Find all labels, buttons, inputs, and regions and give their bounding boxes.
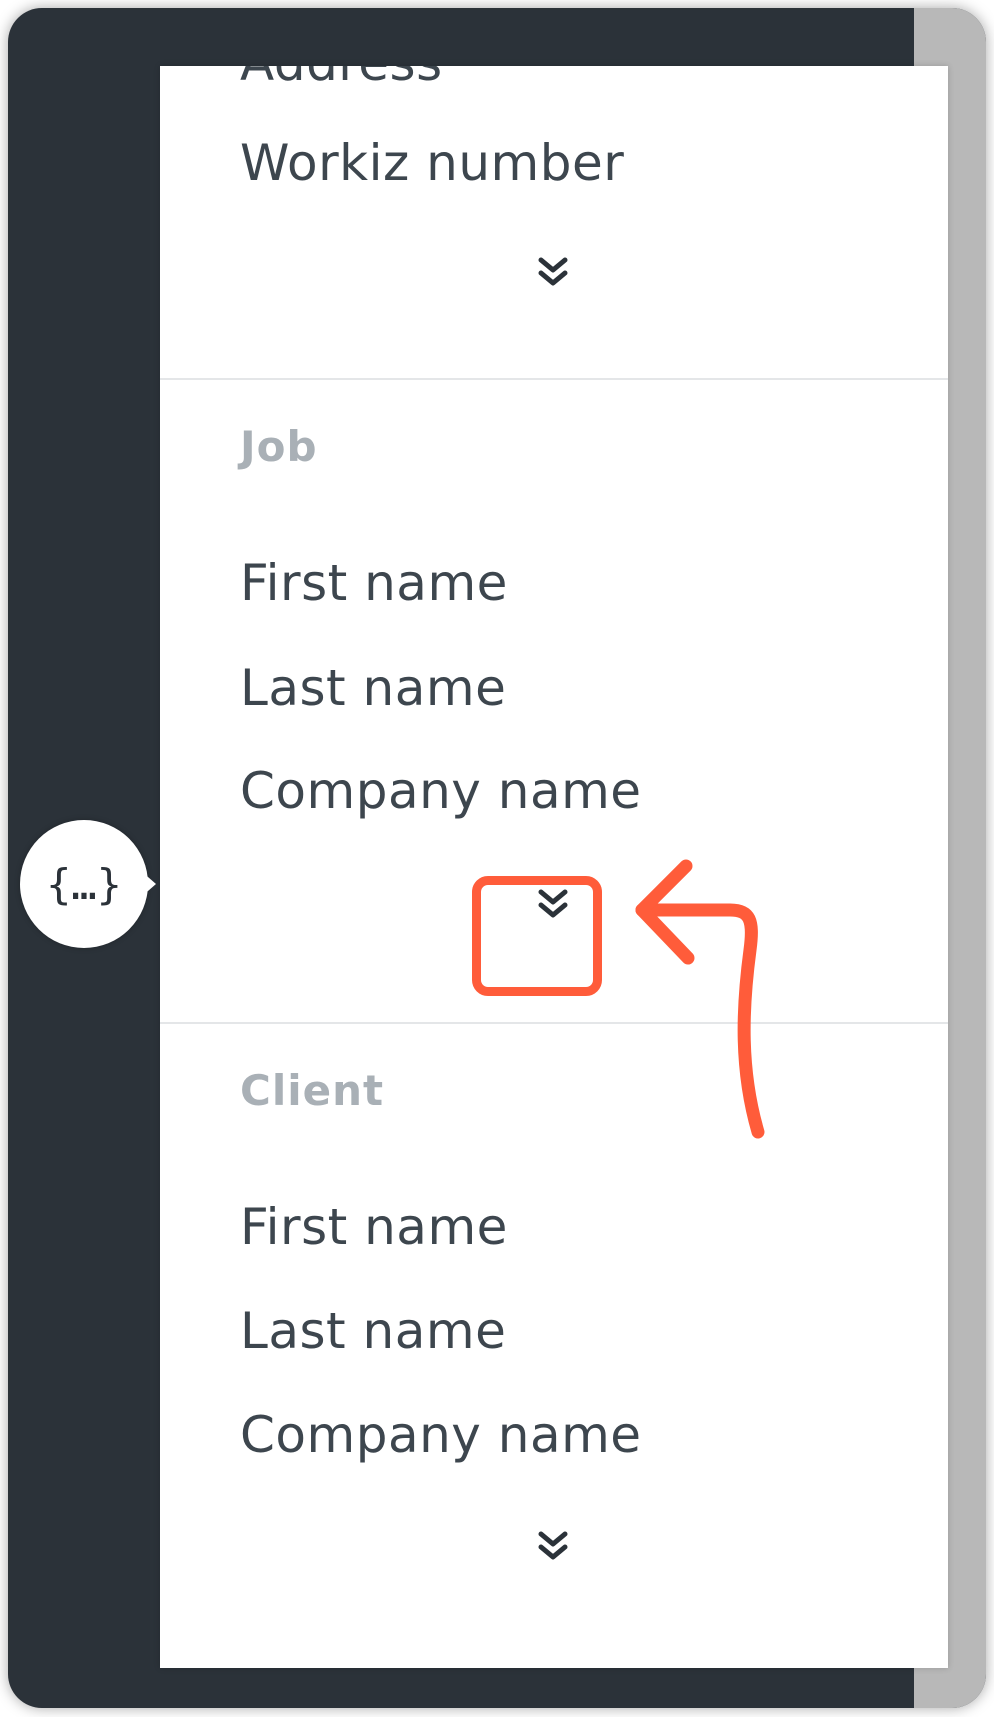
double-chevron-down-icon-svg (538, 1531, 568, 1560)
double-chevron-down-icon[interactable] (533, 252, 573, 292)
bubble-pointer (140, 870, 156, 898)
app-window: Address Workiz number Job First name Las… (8, 8, 986, 1708)
double-chevron-down-icon[interactable] (533, 1526, 573, 1566)
field-address[interactable]: Address (240, 66, 443, 88)
field-client-last-name[interactable]: Last name (240, 1306, 506, 1356)
field-client-company-name[interactable]: Company name (240, 1410, 642, 1460)
field-client-first-name[interactable]: First name (240, 1202, 508, 1252)
double-chevron-down-icon-svg (538, 257, 568, 286)
variables-braces-icon[interactable]: {…} (20, 820, 148, 948)
section-heading-client: Client (240, 1066, 385, 1115)
double-chevron-down-icon[interactable] (533, 884, 573, 924)
section-heading-job: Job (240, 422, 318, 471)
variables-bubble-label: {…} (46, 859, 122, 909)
field-workiz-number[interactable]: Workiz number (240, 138, 624, 188)
section-divider (160, 378, 948, 380)
field-job-company-name[interactable]: Company name (240, 766, 642, 816)
field-job-last-name[interactable]: Last name (240, 663, 506, 713)
double-chevron-down-icon-svg (538, 889, 568, 918)
section-divider (160, 1022, 948, 1024)
field-job-first-name[interactable]: First name (240, 558, 508, 608)
variables-dropdown-panel: Address Workiz number Job First name Las… (160, 66, 948, 1668)
